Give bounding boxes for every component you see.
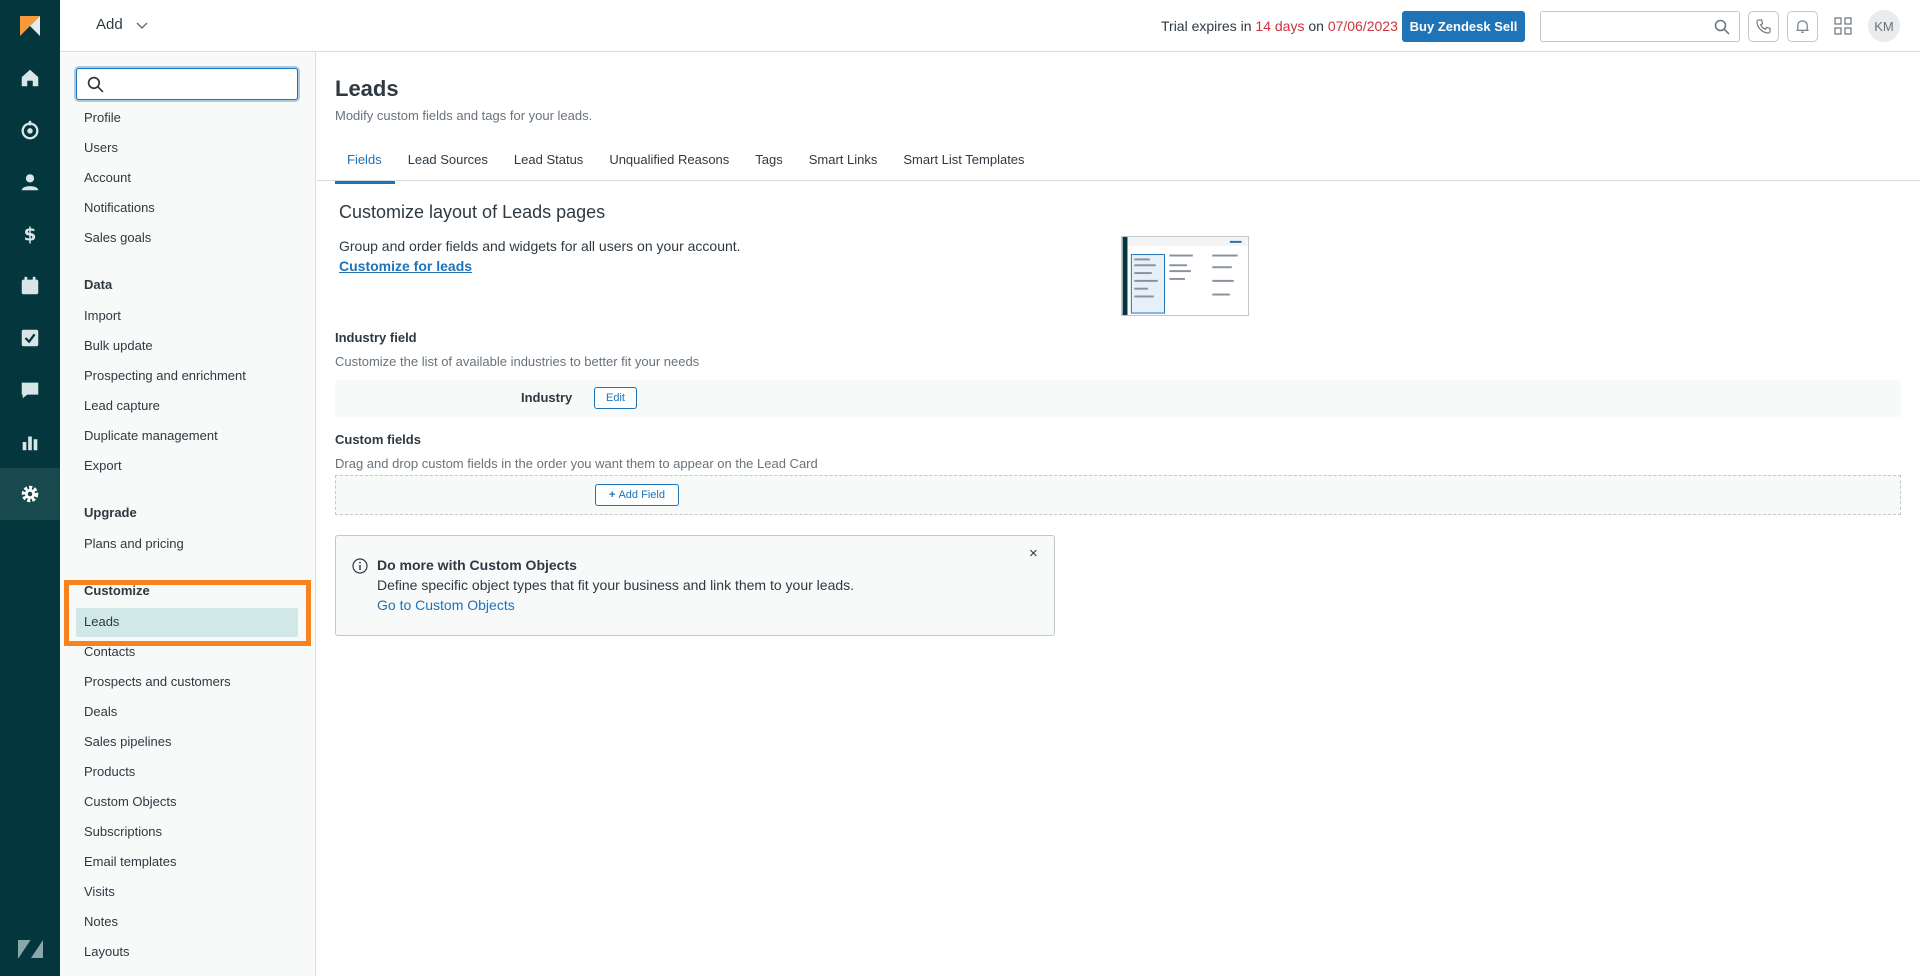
communication-icon[interactable] [0,364,60,416]
contacts-icon[interactable] [0,156,60,208]
app-nav-rail: $ [0,0,60,976]
notice-text: Define specific object types that fit yo… [377,577,855,593]
sidebar-item-subscriptions[interactable]: Subscriptions [84,824,162,839]
custom-fields-title: Custom fields [335,432,421,447]
deals-dollar-icon[interactable]: $ [0,208,60,260]
tab-unqualified-reasons[interactable]: Unqualified Reasons [596,152,742,182]
custom-objects-notice: Do more with Custom Objects Define speci… [335,535,1055,636]
industry-row: Industry Edit [335,380,1901,417]
apps-grid-icon[interactable] [1834,17,1852,35]
tab-lead-sources[interactable]: Lead Sources [395,152,501,182]
add-field-button[interactable]: + Add Field [595,484,679,506]
zendesk-logo [17,939,43,959]
settings-gear-icon[interactable] [0,468,60,520]
sidebar-item-profile[interactable]: Profile [84,110,121,125]
industry-label: Industry [521,390,573,405]
user-avatar[interactable]: KM [1868,10,1900,42]
page-title: Leads [335,76,399,101]
page-subtitle: Modify custom fields and tags for your l… [335,108,593,123]
search-icon [1714,19,1730,35]
leads-icon[interactable] [0,104,60,156]
calendar-icon[interactable] [0,260,60,312]
tab-tags[interactable]: Tags [742,152,795,182]
settings-sidebar: Profile Users Account Notifications Sale… [60,52,316,976]
tabs-divider [317,180,1920,181]
add-label: Add [96,16,123,33]
svg-text:$: $ [24,224,37,245]
customize-for-leads-link[interactable]: Customize for leads [339,258,472,274]
sidebar-item-import[interactable]: Import [84,308,121,323]
layout-preview-thumbnail[interactable] [1121,236,1249,316]
bell-icon [1796,20,1809,33]
trial-notice: Trial expires in 14 days on 07/06/2023 [1161,18,1398,34]
main-content: Leads Modify custom fields and tags for … [317,52,1920,976]
notice-title: Do more with Custom Objects [377,557,577,573]
home-icon[interactable] [0,52,60,104]
sidebar-item-custom-objects[interactable]: Custom Objects [84,794,176,809]
add-field-label: Add Field [618,489,665,501]
tab-bar: Fields Lead Sources Lead Status Unqualif… [335,152,1038,184]
sidebar-item-lead-capture[interactable]: Lead capture [84,398,160,413]
industry-field-subtitle: Customize the list of available industri… [335,354,700,369]
sidebar-item-duplicate-management[interactable]: Duplicate management [84,428,218,443]
sidebar-heading-data: Data [84,277,113,292]
sidebar-item-prospecting[interactable]: Prospecting and enrichment [84,368,246,383]
chevron-down-icon [136,21,148,29]
tab-smart-links[interactable]: Smart Links [796,152,891,182]
settings-search-input[interactable] [76,68,298,100]
close-icon[interactable]: × [1029,545,1038,562]
sidebar-item-notifications[interactable]: Notifications [84,200,155,215]
zendesk-sell-logo[interactable] [18,14,42,38]
sidebar-item-plans-pricing[interactable]: Plans and pricing [84,536,184,551]
tab-smart-list-templates[interactable]: Smart List Templates [890,152,1037,182]
notifications-button[interactable] [1787,11,1818,42]
top-bar: Add Trial expires in 14 days on 07/06/20… [60,0,1920,52]
sidebar-item-sales-goals[interactable]: Sales goals [84,230,151,245]
sidebar-item-contacts[interactable]: Contacts [84,644,135,659]
global-search-input[interactable] [1540,11,1740,42]
custom-fields-drop-zone[interactable]: + Add Field [335,475,1901,515]
sidebar-item-bulk-update[interactable]: Bulk update [84,338,153,353]
reports-icon[interactable] [0,416,60,468]
sidebar-item-account[interactable]: Account [84,170,131,185]
sidebar-item-email-templates[interactable]: Email templates [84,854,176,869]
phone-button[interactable] [1748,11,1779,42]
trial-prefix: Trial expires in [1161,18,1256,34]
sidebar-item-deals[interactable]: Deals [84,704,117,719]
sidebar-heading-upgrade: Upgrade [84,505,137,520]
add-dropdown-button[interactable]: Add [96,16,149,33]
industry-field-title: Industry field [335,330,417,345]
sidebar-item-visits[interactable]: Visits [84,884,115,899]
trial-days: 14 days [1255,18,1305,34]
search-icon [87,76,104,93]
buy-zendesk-sell-button[interactable]: Buy Zendesk Sell [1402,11,1525,42]
tab-lead-status[interactable]: Lead Status [501,152,596,182]
sidebar-item-products[interactable]: Products [84,764,135,779]
info-icon [352,558,368,574]
tab-fields[interactable]: Fields [335,152,395,184]
plus-icon: + [609,489,616,501]
sidebar-item-sales-pipelines[interactable]: Sales pipelines [84,734,171,749]
customize-layout-text: Group and order fields and widgets for a… [339,238,741,254]
custom-fields-subtitle: Drag and drop custom fields in the order… [335,456,818,471]
edit-industry-button[interactable]: Edit [594,387,637,409]
sidebar-item-layouts[interactable]: Layouts [84,944,130,959]
trial-date: 07/06/2023 [1327,18,1398,34]
go-to-custom-objects-link[interactable]: Go to Custom Objects [377,597,515,613]
phone-icon [1756,19,1771,34]
sidebar-item-notes[interactable]: Notes [84,914,118,929]
trial-middle: on [1304,18,1328,34]
highlight-box [64,580,311,646]
sidebar-item-prospects-customers[interactable]: Prospects and customers [84,674,231,689]
customize-layout-title: Customize layout of Leads pages [339,202,606,222]
sidebar-item-users[interactable]: Users [84,140,118,155]
tasks-icon[interactable] [0,312,60,364]
sidebar-item-export[interactable]: Export [84,458,122,473]
